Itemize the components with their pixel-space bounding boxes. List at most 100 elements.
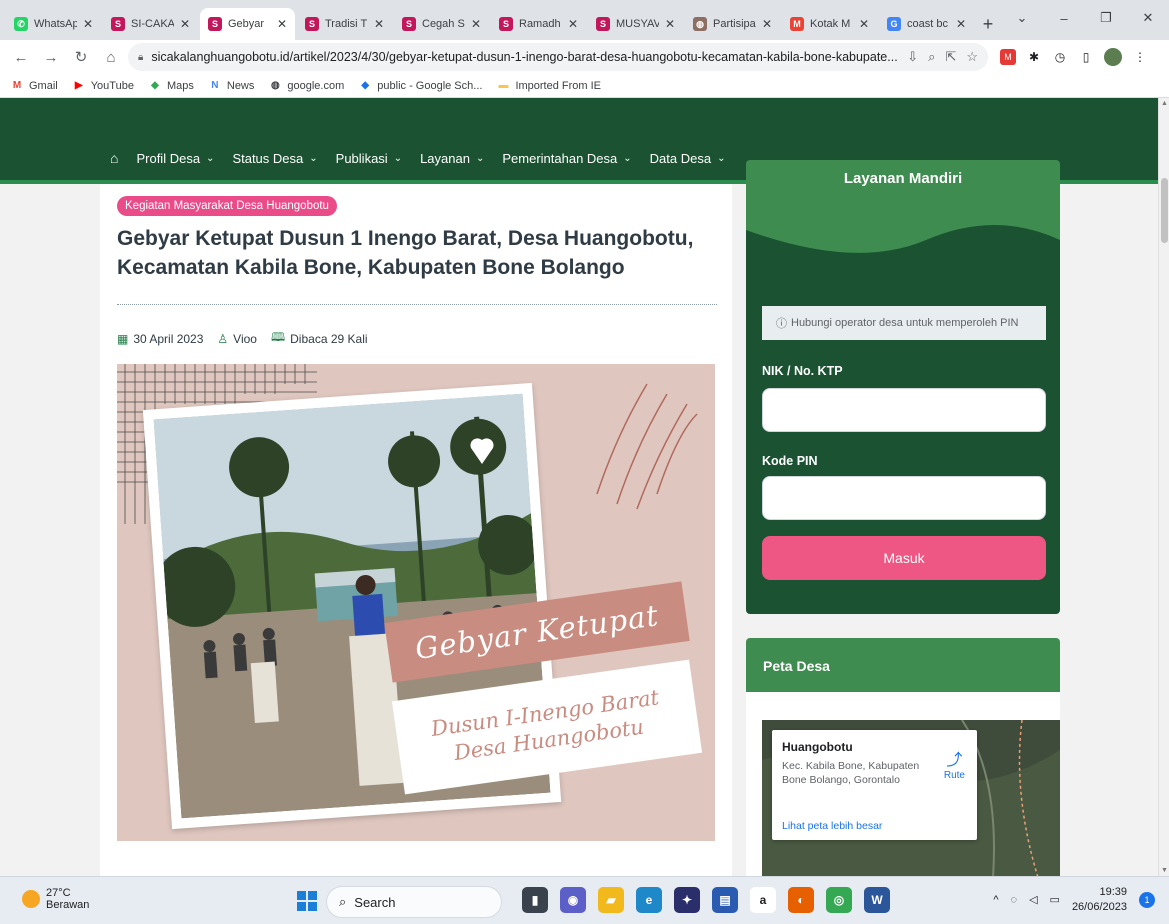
- menu-label: Profil Desa: [136, 150, 201, 166]
- scholar-icon: ◆: [361, 80, 370, 91]
- larger-map-link[interactable]: Lihat peta lebih besar: [782, 820, 882, 832]
- extensions-puzzle-icon[interactable]: ✱: [1026, 49, 1042, 65]
- word-icon[interactable]: W: [864, 887, 890, 913]
- system-tray: ^ ◌ ◁ ▭ 19:39 26/06/2023 1: [993, 885, 1155, 915]
- site-menu-item[interactable]: Pemerintahan Desa ⌄: [502, 151, 631, 166]
- browser-tab[interactable]: S Ramadh ✕: [491, 8, 586, 40]
- close-tab-icon[interactable]: ✕: [277, 17, 287, 31]
- bookmark-item[interactable]: ◍ google.com: [268, 80, 344, 92]
- url-text[interactable]: sicakalanghuangobotu.id/artikel/2023/4/3…: [151, 50, 899, 64]
- pin-input[interactable]: [762, 476, 1046, 520]
- bookmark-item[interactable]: ▬ Imported From IE: [496, 80, 601, 92]
- weather-text: Berawan: [46, 899, 90, 911]
- store-icon[interactable]: ▤: [712, 887, 738, 913]
- decorative-scribble: [596, 383, 698, 510]
- site-menu-item[interactable]: Status Desa ⌄: [232, 151, 317, 166]
- url-bar[interactable]: 🔒︎ sicakalanghuangobotu.id/artikel/2023/…: [128, 43, 988, 71]
- sidepanel-icon[interactable]: ▯: [1078, 49, 1094, 65]
- chat-app-icon[interactable]: ◉: [560, 887, 586, 913]
- site-logo-icon: S: [208, 17, 222, 31]
- bookmark-item[interactable]: ◆ public - Google Sch...: [358, 80, 482, 92]
- close-window-button[interactable]: ✕: [1127, 10, 1169, 26]
- file-explorer-icon[interactable]: ▰: [598, 887, 624, 913]
- home-icon[interactable]: ⌂: [110, 150, 118, 166]
- close-tab-icon[interactable]: ✕: [762, 17, 772, 31]
- scroll-thumb[interactable]: [1161, 178, 1168, 243]
- edge-icon[interactable]: e: [636, 887, 662, 913]
- site-menu-item[interactable]: Profil Desa ⌄: [136, 151, 214, 166]
- tab-label: WhatsAp: [34, 18, 77, 30]
- site-menu-item[interactable]: Data Desa ⌄: [650, 151, 726, 166]
- bookmark-item[interactable]: N News: [208, 80, 254, 92]
- nik-label: NIK / No. KTP: [762, 364, 843, 378]
- browser-tab[interactable]: S Tradisi T ✕: [297, 8, 392, 40]
- profile-avatar[interactable]: [1104, 48, 1122, 66]
- login-button[interactable]: Masuk: [762, 536, 1046, 580]
- close-tab-icon[interactable]: ✕: [859, 17, 869, 31]
- speaker-icon[interactable]: ◁: [1029, 893, 1037, 906]
- close-tab-icon[interactable]: ✕: [374, 17, 384, 31]
- taskbar-search[interactable]: ⌕ Search: [326, 886, 502, 918]
- chevron-down-icon: ⌄: [475, 152, 485, 164]
- menu-kebab-icon[interactable]: ⋮: [1132, 49, 1148, 65]
- chrome-icon[interactable]: ◎: [826, 887, 852, 913]
- share-icon[interactable]: ⇱: [945, 49, 956, 65]
- clock-time: 19:39: [1099, 886, 1127, 898]
- browser-tab[interactable]: S Gebyar ✕: [200, 8, 295, 40]
- tab-label: SI-CAKA: [131, 18, 174, 30]
- nik-input[interactable]: [762, 388, 1046, 432]
- browser-tab[interactable]: Gcoast bc ✕: [879, 8, 974, 40]
- browser-tab[interactable]: ◍ Partisipa ✕: [685, 8, 780, 40]
- close-tab-icon[interactable]: ✕: [180, 17, 190, 31]
- install-app-icon[interactable]: ⇩: [907, 49, 918, 65]
- notification-badge[interactable]: 1: [1139, 891, 1155, 908]
- route-button[interactable]: ⤴ Rute: [944, 746, 965, 781]
- minimize-button[interactable]: –: [1043, 11, 1085, 26]
- dropbox-icon[interactable]: ✦: [674, 887, 700, 913]
- bookmark-star-icon[interactable]: ☆: [966, 49, 978, 65]
- firefox-icon[interactable]: ◐: [788, 887, 814, 913]
- close-tab-icon[interactable]: ✕: [568, 17, 578, 31]
- browser-tab[interactable]: ✆ WhatsAp ✕: [6, 8, 101, 40]
- browser-tab[interactable]: S SI-CAKA ✕: [103, 8, 198, 40]
- tray-chevron-icon[interactable]: ^: [993, 894, 998, 906]
- close-tab-icon[interactable]: ✕: [83, 17, 93, 31]
- bookmark-item[interactable]: M Gmail: [10, 80, 58, 92]
- scroll-down-icon[interactable]: ▼: [1161, 867, 1168, 874]
- task-view-icon[interactable]: ▮: [522, 887, 548, 913]
- close-tab-icon[interactable]: ✕: [956, 17, 966, 31]
- back-button[interactable]: ←: [8, 44, 34, 70]
- map-panel-title: Peta Desa: [763, 658, 830, 674]
- site-menu-item[interactable]: Publikasi ⌄: [336, 151, 402, 166]
- amazon-icon[interactable]: a: [750, 887, 776, 913]
- site-menu-item[interactable]: Layanan ⌄: [420, 151, 484, 166]
- tab-label: Kotak M: [810, 18, 851, 30]
- browser-tab[interactable]: S Cegah S ✕: [394, 8, 489, 40]
- close-tab-icon[interactable]: ✕: [471, 17, 481, 31]
- weather-widget[interactable]: 27°C Berawan: [22, 887, 89, 911]
- page-scrollbar[interactable]: ▲ ▼: [1158, 98, 1169, 876]
- close-tab-icon[interactable]: ✕: [665, 17, 675, 31]
- wifi-icon[interactable]: ◌: [1011, 894, 1018, 906]
- extension-red-icon[interactable]: M: [1000, 49, 1016, 65]
- start-button[interactable]: [297, 891, 317, 911]
- article-views: Dibaca 29 Kali: [290, 331, 368, 346]
- reload-button[interactable]: ↻: [68, 44, 94, 70]
- restore-button[interactable]: ❐: [1085, 10, 1127, 26]
- clock[interactable]: 19:39 26/06/2023: [1072, 885, 1127, 915]
- embedded-map[interactable]: Huangobotu Kec. Kabila Bone, Kabupaten B…: [762, 720, 1060, 876]
- forward-button[interactable]: →: [38, 44, 64, 70]
- browser-tab[interactable]: M Kotak M ✕: [782, 8, 877, 40]
- battery-icon[interactable]: ▭: [1050, 893, 1060, 906]
- site-logo-icon: S: [596, 17, 610, 31]
- home-button[interactable]: ⌂: [98, 44, 124, 70]
- zoom-icon[interactable]: ⌕: [928, 49, 935, 65]
- new-tab-button[interactable]: +: [974, 8, 1002, 40]
- history-icon[interactable]: ◷: [1052, 49, 1068, 65]
- tab-search-icon[interactable]: ⌄: [1001, 10, 1043, 26]
- browser-tab[interactable]: S MUSYAV ✕: [588, 8, 683, 40]
- scroll-up-icon[interactable]: ▲: [1161, 100, 1168, 107]
- category-badge[interactable]: Kegiatan Masyarakat Desa Huangobotu: [117, 196, 337, 216]
- bookmark-item[interactable]: ▶ YouTube: [72, 80, 134, 92]
- bookmark-item[interactable]: ◆ Maps: [148, 80, 194, 92]
